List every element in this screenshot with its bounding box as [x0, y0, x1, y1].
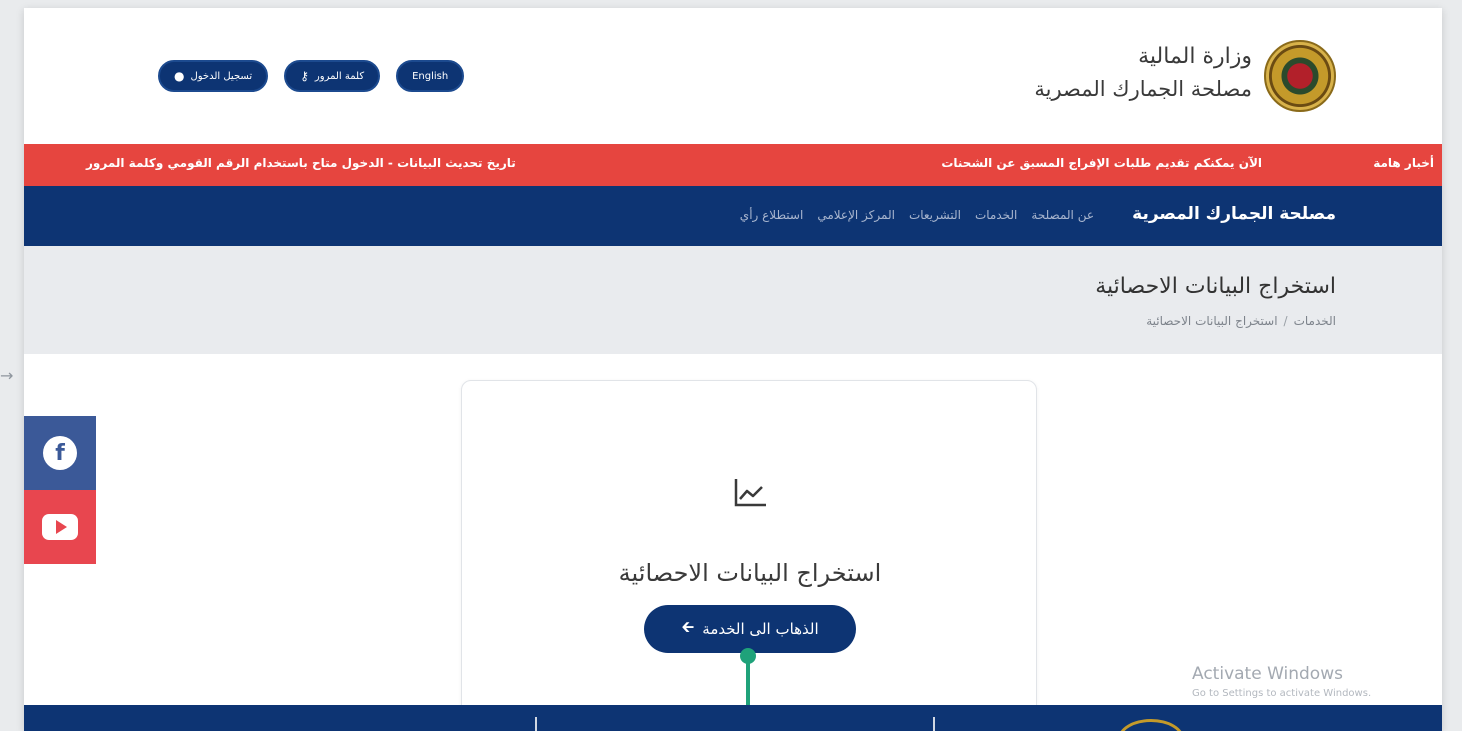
breadcrumb-item-services[interactable]: الخدمات [1294, 314, 1336, 328]
nav-item-media-center[interactable]: المركز الإعلامي [817, 208, 895, 222]
browser-frame: وزارة المالية مصلحة الجمارك المصرية ● تس… [24, 8, 1442, 731]
nav-item-survey[interactable]: استطلاع رأي [740, 208, 804, 222]
arrow-left-icon: 🡰 [681, 616, 695, 636]
nav-item-legislation[interactable]: التشريعات [909, 208, 961, 222]
activate-windows-watermark: Activate Windows Go to Settings to activ… [1192, 664, 1371, 699]
youtube-icon [42, 514, 78, 540]
page-title: استخراج البيانات الاحصائية [1095, 274, 1336, 299]
main-navbar: مصلحة الجمارك المصرية عن المصلحة الخدمات… [24, 186, 1442, 246]
go-to-service-label: الذهاب الى الخدمة [702, 620, 819, 638]
ticker-item[interactable]: تاريخ تحديث البيانات - الدخول متاح باستخ… [86, 156, 516, 170]
card-title: استخراج البيانات الاحصائية [618, 559, 882, 587]
social-sidebar: f [24, 416, 96, 564]
brand-ministry: وزارة المالية [1138, 44, 1252, 69]
nav-item-services[interactable]: الخدمات [975, 208, 1017, 222]
page-header: استخراج البيانات الاحصائية الخدمات / است… [24, 246, 1442, 354]
youtube-link[interactable] [24, 490, 96, 564]
chart-line-icon [734, 479, 766, 507]
nav-links: عن المصلحة الخدمات التشريعات المركز الإع… [740, 208, 1094, 222]
ticker-item[interactable]: الآن يمكنكم تقديم طلبات الإفراج المسبق ع… [941, 156, 1262, 170]
news-ticker: أخبار هامة الآن يمكنكم تقديم طلبات الإفر… [24, 144, 1442, 186]
password-button[interactable]: ⚷ كلمة المرور [284, 60, 381, 92]
footer-divider [933, 717, 935, 731]
watermark-subtitle: Go to Settings to activate Windows. [1192, 688, 1372, 699]
login-icon: ● [174, 69, 185, 83]
go-to-service-button[interactable]: الذهاب الى الخدمة 🡰 [644, 605, 856, 653]
page: → وزارة المالية مصلحة الجمارك المصرية ● … [0, 0, 1462, 731]
arrow-right-icon: → [0, 366, 14, 385]
breadcrumb-separator: / [1283, 314, 1288, 328]
customs-seal-logo[interactable] [1264, 40, 1336, 112]
nav-item-about[interactable]: عن المصلحة [1031, 208, 1094, 222]
footer-divider [535, 717, 537, 731]
footer-seal-logo [1118, 719, 1184, 731]
language-button[interactable]: English [396, 60, 465, 92]
watermark-title: Activate Windows [1192, 664, 1343, 684]
login-button[interactable]: ● تسجيل الدخول [158, 60, 269, 92]
breadcrumb: الخدمات / استخراج البيانات الاحصائية [1146, 314, 1336, 328]
login-button-label: تسجيل الدخول [190, 70, 253, 82]
language-button-label: English [412, 70, 449, 82]
site-header: وزارة المالية مصلحة الجمارك المصرية ● تس… [24, 8, 1442, 144]
ticker-label: أخبار هامة [1373, 156, 1434, 170]
facebook-icon: f [43, 436, 77, 470]
key-icon: ⚷ [300, 69, 309, 83]
password-button-label: كلمة المرور [314, 70, 365, 82]
facebook-link[interactable]: f [24, 416, 96, 490]
brand-authority: مصلحة الجمارك المصرية [1034, 77, 1252, 101]
breadcrumb-item-current: استخراج البيانات الاحصائية [1146, 314, 1278, 328]
header-actions: ● تسجيل الدخول ⚷ كلمة المرور English [158, 60, 465, 92]
nav-brand[interactable]: مصلحة الجمارك المصرية [1132, 204, 1336, 224]
brand-text: وزارة المالية مصلحة الجمارك المصرية [1034, 44, 1252, 101]
site-footer [24, 705, 1442, 731]
